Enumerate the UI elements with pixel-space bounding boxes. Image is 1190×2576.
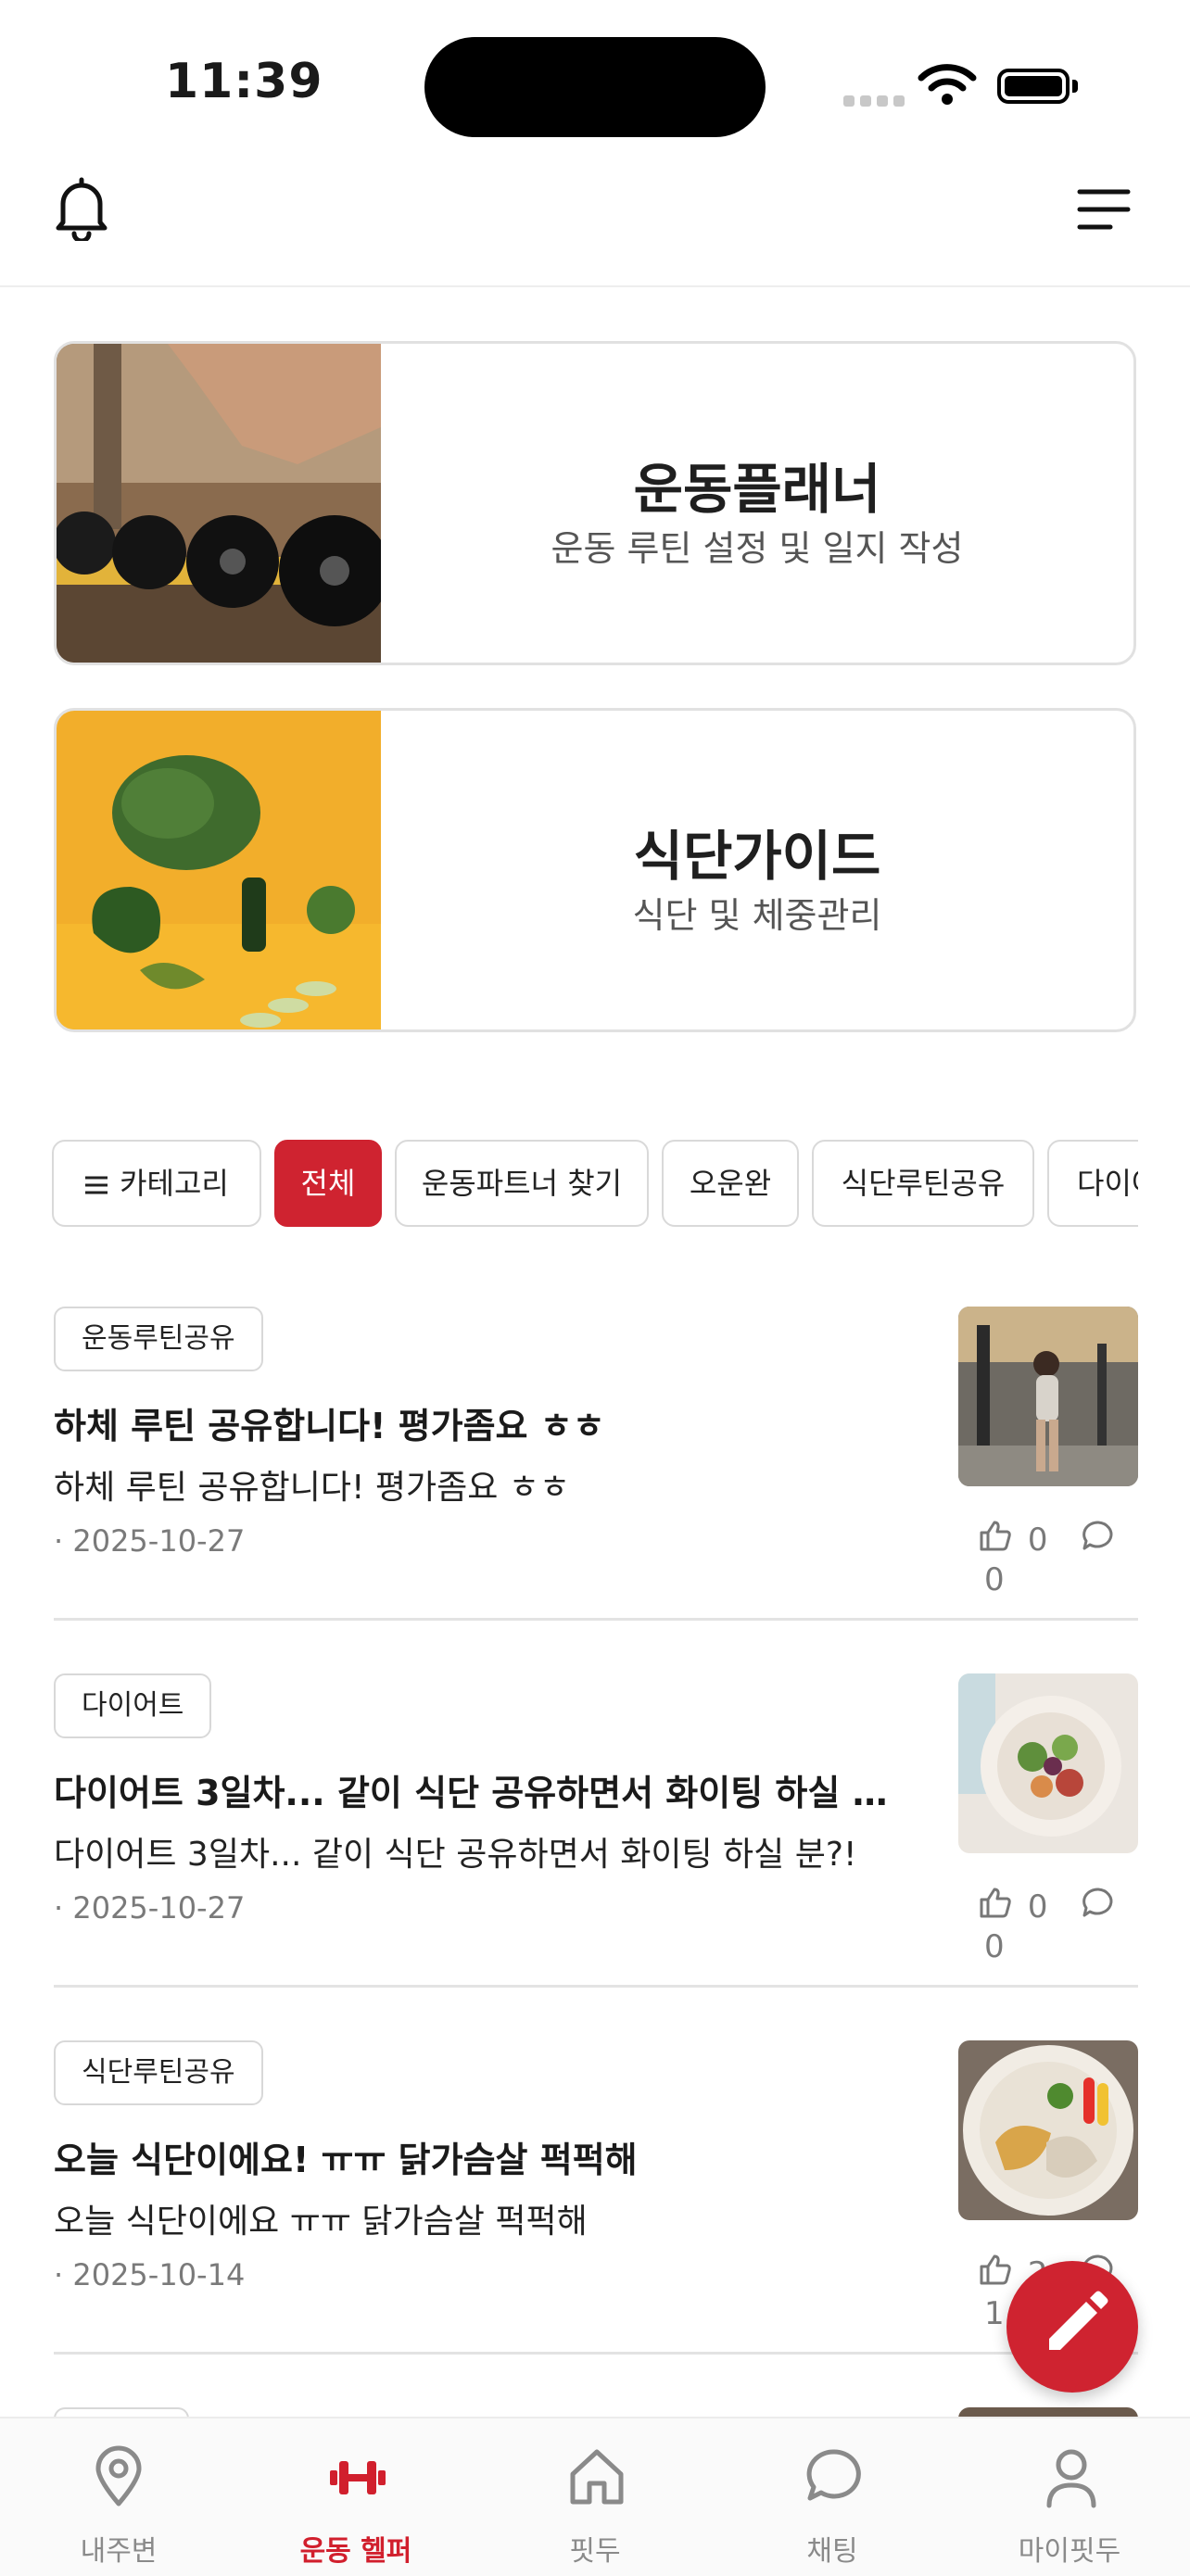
tab-home[interactable]: 핏두 [493,2418,697,2576]
post-thumbnail [958,2040,1138,2220]
category-badge: 다이어트 [54,1673,212,1738]
post-date: · 2025-10-27 [54,1890,246,1926]
category-badge: 운동루틴공유 [54,1307,263,1371]
header-divider [0,285,1190,287]
comment-icon[interactable] [1082,1521,1115,1559]
vegetables-image [57,711,381,1029]
card-title: 식단가이드 [633,825,881,888]
like-count: 0 [1027,1521,1048,1559]
comment-count: 1 [984,2294,1005,2332]
post-thumbnail [958,1673,1138,1853]
chip-find-partner[interactable]: 운동파트너 찾기 [395,1140,649,1227]
thumbs-up-icon[interactable] [979,1888,1012,1926]
tab-label: 마이핏두 [1018,2535,1121,2568]
chip-diet-routine[interactable]: 식단루틴공유 [812,1140,1034,1227]
dynamic-island [424,37,766,137]
post-thumbnail [958,1307,1138,1486]
comment-count: 0 [984,1927,1005,1965]
list-divider [54,1618,1138,1621]
post-stats: 0 0 [979,1520,1138,1598]
chip-workout-done[interactable]: 오운완 [662,1140,799,1227]
bell-icon[interactable] [54,176,109,245]
comment-icon[interactable] [1082,1888,1115,1926]
status-time: 11:39 [165,54,323,109]
category-menu-button[interactable]: 카테고리 [52,1140,261,1227]
card-subtitle: 식단 및 체중관리 [632,895,882,936]
chat-bubble-icon [806,2449,861,2501]
like-count: 0 [1027,1888,1048,1926]
post-title: 하체 루틴 공유합니다! 평가좀요 ㅎㅎ [54,1406,605,1446]
wifi-icon [918,63,977,109]
bottom-nav: 내주변 운동 헬퍼 핏두 채팅 마이핏두 [0,2417,1190,2576]
tab-chat[interactable]: 채팅 [730,2418,934,2576]
comment-count: 0 [984,1560,1005,1598]
tab-label: 핏두 [569,2535,621,2568]
battery-cap [1072,80,1078,93]
card-title: 운동플래너 [633,458,881,521]
chip-all[interactable]: 전체 [274,1140,382,1227]
post-date: · 2025-10-27 [54,1523,246,1559]
card-subtitle: 운동 루틴 설정 및 일지 작성 [551,528,964,569]
cellular-signal-icon [843,93,910,110]
post-title: 다이어트 3일차... 같이 식단 공유하면서 화이팅 하실 분?! [54,1773,888,1813]
battery-icon [997,69,1070,104]
dumbbell-rack-image [57,344,381,663]
tab-workout-helper[interactable]: 운동 헬퍼 [254,2418,458,2576]
tab-label: 채팅 [806,2535,858,2568]
tab-nearby[interactable]: 내주변 [17,2418,221,2576]
hamburger-menu-icon[interactable] [1077,187,1131,235]
person-icon [1046,2449,1096,2508]
category-badge: 식단루틴공유 [54,2040,263,2105]
post-title: 오늘 식단이에요! ㅠㅠ 닭가슴살 퍽퍽해 [54,2140,638,2180]
post-stats: 0 0 [979,1887,1138,1965]
pencil-icon [1049,2291,1108,2350]
home-icon [570,2449,624,2505]
diet-guide-card[interactable]: 식단가이드 식단 및 체중관리 [54,708,1136,1032]
post-preview: 오늘 식단이에요 ㅠㅠ 닭가슴살 퍽퍽해 [54,2203,588,2241]
tab-label: 내주변 [80,2535,158,2568]
write-post-button[interactable] [1006,2261,1138,2393]
list-icon [84,1143,108,1227]
list-divider [54,2352,1138,2355]
chip-diet[interactable]: 다이어트 [1047,1140,1138,1227]
list-divider [54,1985,1138,1988]
post-date: · 2025-10-14 [54,2257,246,2292]
location-pin-icon [95,2445,142,2507]
category-label: 카테고리 [120,1166,229,1201]
tab-label: 운동 헬퍼 [299,2535,412,2568]
post-preview: 다이어트 3일차... 같이 식단 공유하면서 화이팅 하실 분?! [54,1836,857,1874]
workout-planner-card[interactable]: 운동플래너 운동 루틴 설정 및 일지 작성 [54,341,1136,665]
post-preview: 하체 루틴 공유합니다! 평가좀요 ㅎㅎ [54,1469,571,1507]
category-filter-bar: 카테고리 전체 운동파트너 찾기 오운완 식단루틴공유 다이어트 [52,1140,1138,1231]
tab-my-page[interactable]: 마이핏두 [968,2418,1171,2576]
thumbs-up-icon[interactable] [979,1521,1012,1559]
dumbbell-icon [330,2461,386,2494]
